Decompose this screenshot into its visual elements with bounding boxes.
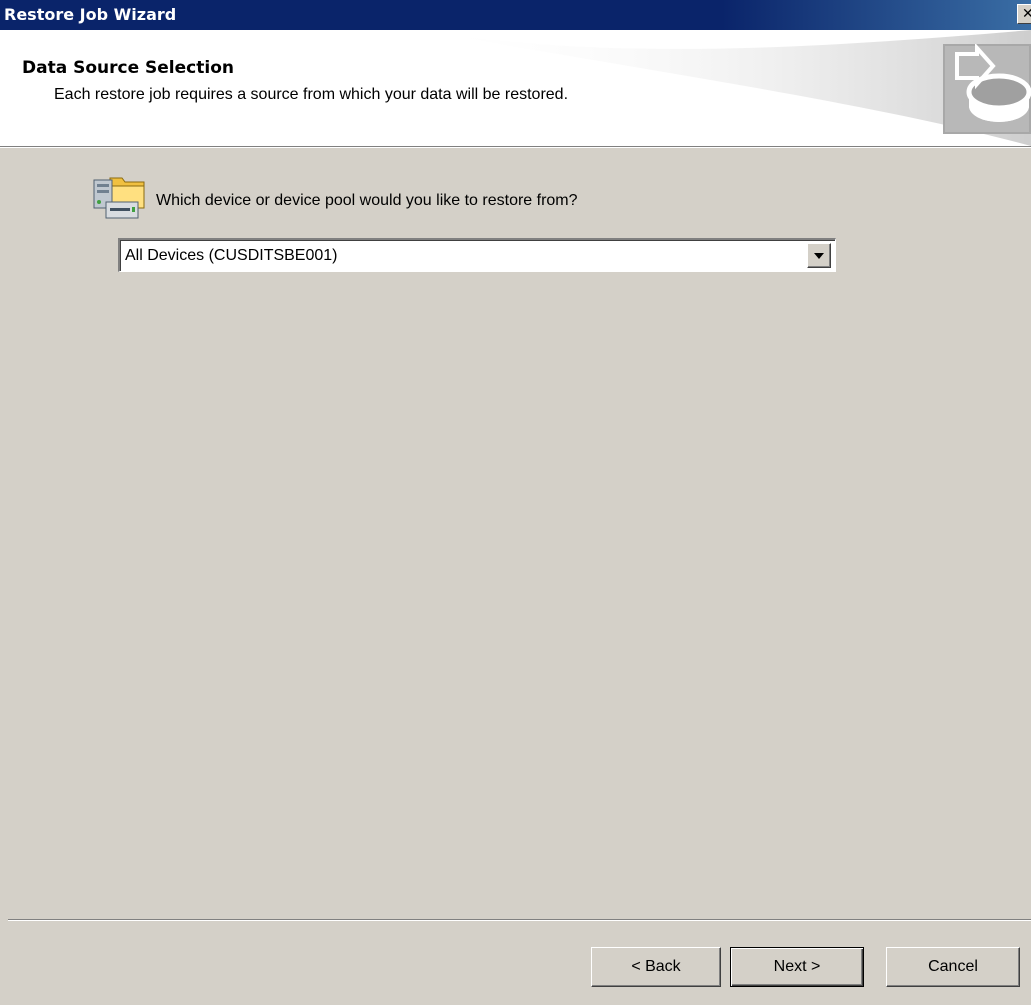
footer-divider-highlight — [8, 920, 1031, 921]
restore-job-wizard-window: Restore Job Wizard ✕ Data Source Selecti… — [0, 0, 1031, 1005]
chevron-down-icon — [814, 253, 824, 259]
close-button[interactable]: ✕ — [1017, 4, 1031, 24]
device-pool-icon — [93, 177, 145, 219]
window-title: Restore Job Wizard — [4, 5, 177, 24]
next-button[interactable]: Next > — [730, 947, 864, 987]
cancel-button[interactable]: Cancel — [886, 947, 1020, 987]
device-pool-select[interactable]: All Devices (CUSDITSBE001) — [118, 238, 836, 272]
wizard-disk-icon — [943, 44, 1031, 134]
header-divider-highlight — [0, 147, 1031, 148]
page-heading: Data Source Selection — [22, 58, 234, 78]
device-question-label: Which device or device pool would you li… — [156, 192, 578, 209]
wizard-header: Data Source Selection Each restore job r… — [0, 30, 1031, 146]
close-icon: ✕ — [1022, 6, 1031, 22]
page-subheading: Each restore job requires a source from … — [54, 86, 569, 103]
back-button[interactable]: < Back — [591, 947, 721, 987]
device-pool-select-value: All Devices (CUSDITSBE001) — [125, 247, 338, 264]
device-pool-dropdown-button[interactable] — [807, 243, 831, 268]
title-bar[interactable]: Restore Job Wizard ✕ — [0, 0, 1031, 30]
